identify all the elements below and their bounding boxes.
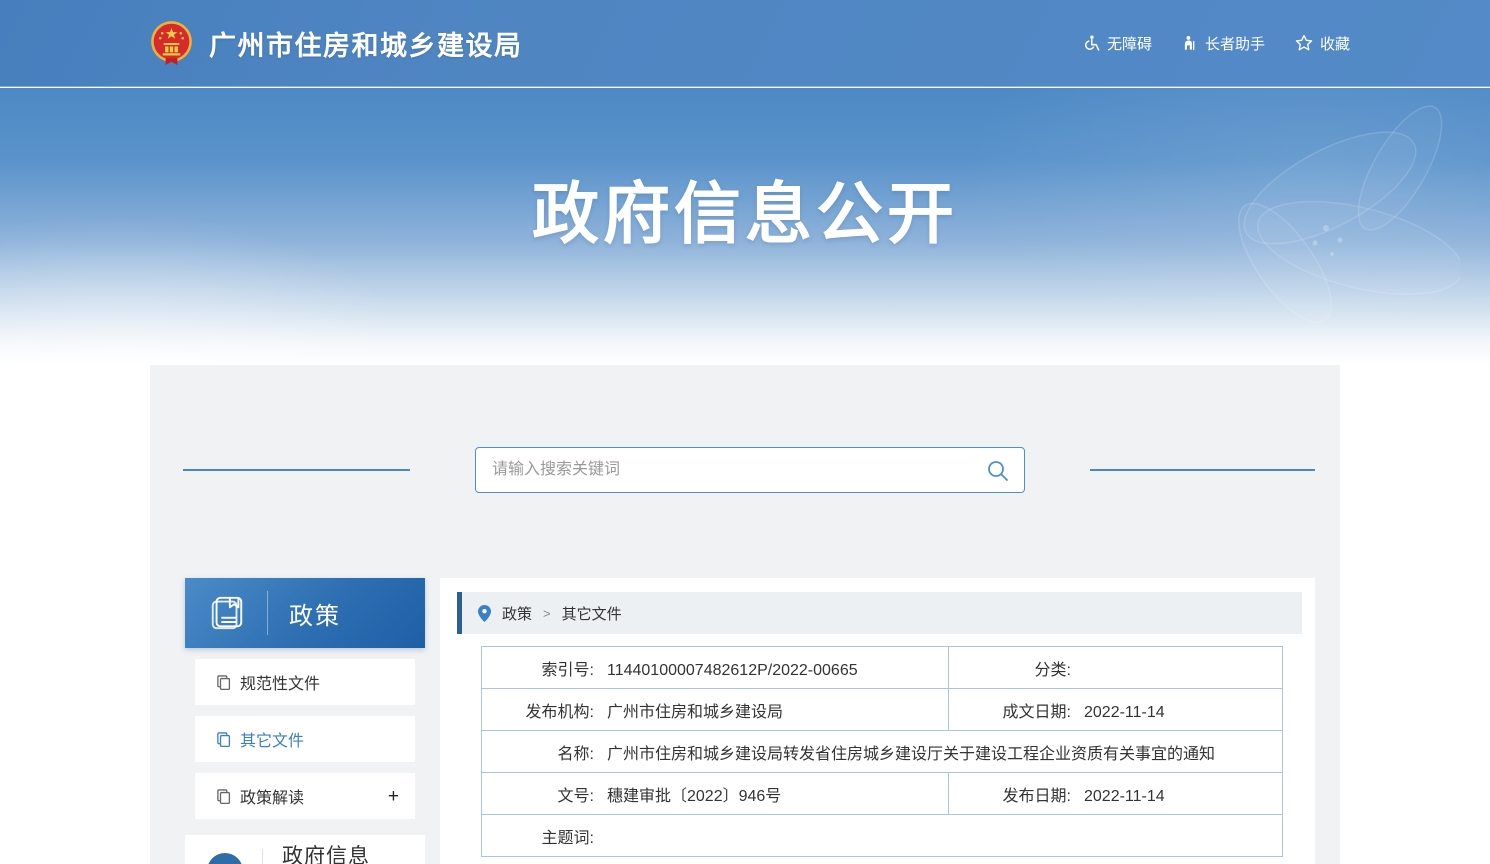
field-label: 成文日期:	[949, 698, 1071, 722]
location-pin-icon	[478, 605, 491, 622]
hero-banner: 政府信息公开	[0, 88, 1490, 365]
favorite-link[interactable]: 收藏	[1295, 33, 1350, 54]
search-box	[475, 447, 1025, 493]
cell-index-number: 索引号: 11440100007482612P/2022-00665	[482, 647, 949, 689]
table-row: 主题词:	[482, 815, 1283, 857]
cell-publish-date: 发布日期: 2022-11-14	[949, 773, 1283, 815]
top-links: 无障碍 长者助手 收藏	[1053, 33, 1350, 54]
field-label: 主题词:	[482, 824, 594, 848]
sidebar-item-label: 政策解读	[240, 784, 304, 808]
sidebar-item-label: 其它文件	[240, 727, 304, 751]
field-label: 发布日期:	[949, 782, 1071, 806]
breadcrumb-link-policy[interactable]: 政策	[502, 603, 532, 624]
table-row: 文号: 穗建审批〔2022〕946号 发布日期: 2022-11-14	[482, 773, 1283, 815]
sidebar-section-policy-header: 政策	[185, 578, 425, 648]
expand-plus-icon[interactable]: +	[388, 787, 399, 806]
field-label: 分类:	[949, 656, 1071, 680]
top-header-inner: 广州市住房和城乡建设局 无障碍 长者助手	[0, 20, 1490, 67]
elderly-helper-label: 长者助手	[1205, 33, 1265, 54]
site-title: 广州市住房和城乡建设局	[209, 24, 523, 63]
sidebar-item-normative-documents[interactable]: 规范性文件	[195, 659, 415, 705]
table-row: 索引号: 11440100007482612P/2022-00665 分类:	[482, 647, 1283, 689]
accessibility-icon	[1083, 35, 1100, 52]
sidebar-item-label: 规范性文件	[240, 670, 320, 694]
field-value: 广州市住房和城乡建设局	[607, 704, 783, 721]
sidebar: 政策 规范性文件 其它文件	[185, 578, 425, 864]
star-icon	[1295, 34, 1313, 52]
cell-publishing-agency: 发布机构: 广州市住房和城乡建设局	[482, 689, 949, 731]
cell-document-number: 文号: 穗建审批〔2022〕946号	[482, 773, 949, 815]
national-emblem-logo	[148, 20, 195, 67]
decorative-line-left	[183, 469, 410, 471]
table-row: 名称: 广州市住房和城乡建设局转发省住房城乡建设厅关于建设工程企业资质有关事宜的通…	[482, 731, 1283, 773]
breadcrumb-link-other-documents[interactable]: 其它文件	[562, 603, 622, 624]
sidebar-header-divider	[267, 591, 268, 635]
table-row: 发布机构: 广州市住房和城乡建设局 成文日期: 2022-11-14	[482, 689, 1283, 731]
accessibility-label: 无障碍	[1107, 33, 1152, 54]
decorative-line-right	[1090, 469, 1315, 471]
book-icon	[208, 594, 246, 632]
field-value: 2022-11-14	[1084, 788, 1165, 805]
document-icon	[216, 732, 231, 747]
cell-category: 分类:	[949, 647, 1283, 689]
content-panel: 政策 规范性文件 其它文件	[150, 365, 1340, 864]
cell-document-name: 名称: 广州市住房和城乡建设局转发省住房城乡建设厅关于建设工程企业资质有关事宜的通…	[482, 731, 1283, 773]
cell-written-date: 成文日期: 2022-11-14	[949, 689, 1283, 731]
breadcrumb-separator: >	[543, 606, 551, 621]
sidebar-section2-divider	[262, 849, 263, 864]
sidebar-item-other-documents[interactable]: 其它文件	[195, 716, 415, 762]
document-icon	[216, 789, 231, 804]
sidebar-section-policy-title: 政策	[289, 596, 341, 631]
page-title: 政府信息公开	[0, 160, 1490, 257]
top-header-bar: 广州市住房和城乡建设局 无障碍 长者助手	[0, 0, 1490, 87]
elderly-helper-link[interactable]: 长者助手	[1182, 33, 1265, 54]
search-icon	[986, 459, 1010, 483]
gov-info-icon	[207, 853, 243, 864]
sidebar-item-policy-interpretation[interactable]: 政策解读 +	[195, 773, 415, 819]
search-button[interactable]	[986, 458, 1012, 484]
favorite-label: 收藏	[1320, 33, 1350, 54]
search-input[interactable]	[476, 448, 1024, 492]
elderly-helper-icon	[1182, 35, 1198, 52]
breadcrumb: 政策 > 其它文件	[457, 592, 1302, 634]
field-value: 2022-11-14	[1084, 704, 1165, 721]
field-label: 名称:	[482, 740, 594, 764]
field-label: 发布机构:	[482, 698, 594, 722]
accessibility-link[interactable]: 无障碍	[1083, 33, 1152, 54]
sidebar-section-gov-info-header[interactable]: 政府信息公开	[185, 835, 425, 864]
document-meta-table: 索引号: 11440100007482612P/2022-00665 分类: 发布…	[481, 646, 1283, 857]
field-value: 11440100007482612P/2022-00665	[607, 662, 858, 679]
document-detail-card: 政策 > 其它文件 索引号: 11440100007482612P/2022-00…	[440, 578, 1315, 864]
document-icon	[216, 675, 231, 690]
field-value: 广州市住房和城乡建设局转发省住房城乡建设厅关于建设工程企业资质有关事宜的通知	[607, 746, 1215, 763]
cell-subject-words: 主题词:	[482, 815, 1283, 857]
field-label: 文号:	[482, 782, 594, 806]
field-value: 穗建审批〔2022〕946号	[607, 788, 781, 805]
field-label: 索引号:	[482, 656, 594, 680]
page: 广州市住房和城乡建设局 无障碍 长者助手	[0, 0, 1490, 864]
sidebar-section-gov-info-title: 政府信息公开	[282, 843, 376, 864]
